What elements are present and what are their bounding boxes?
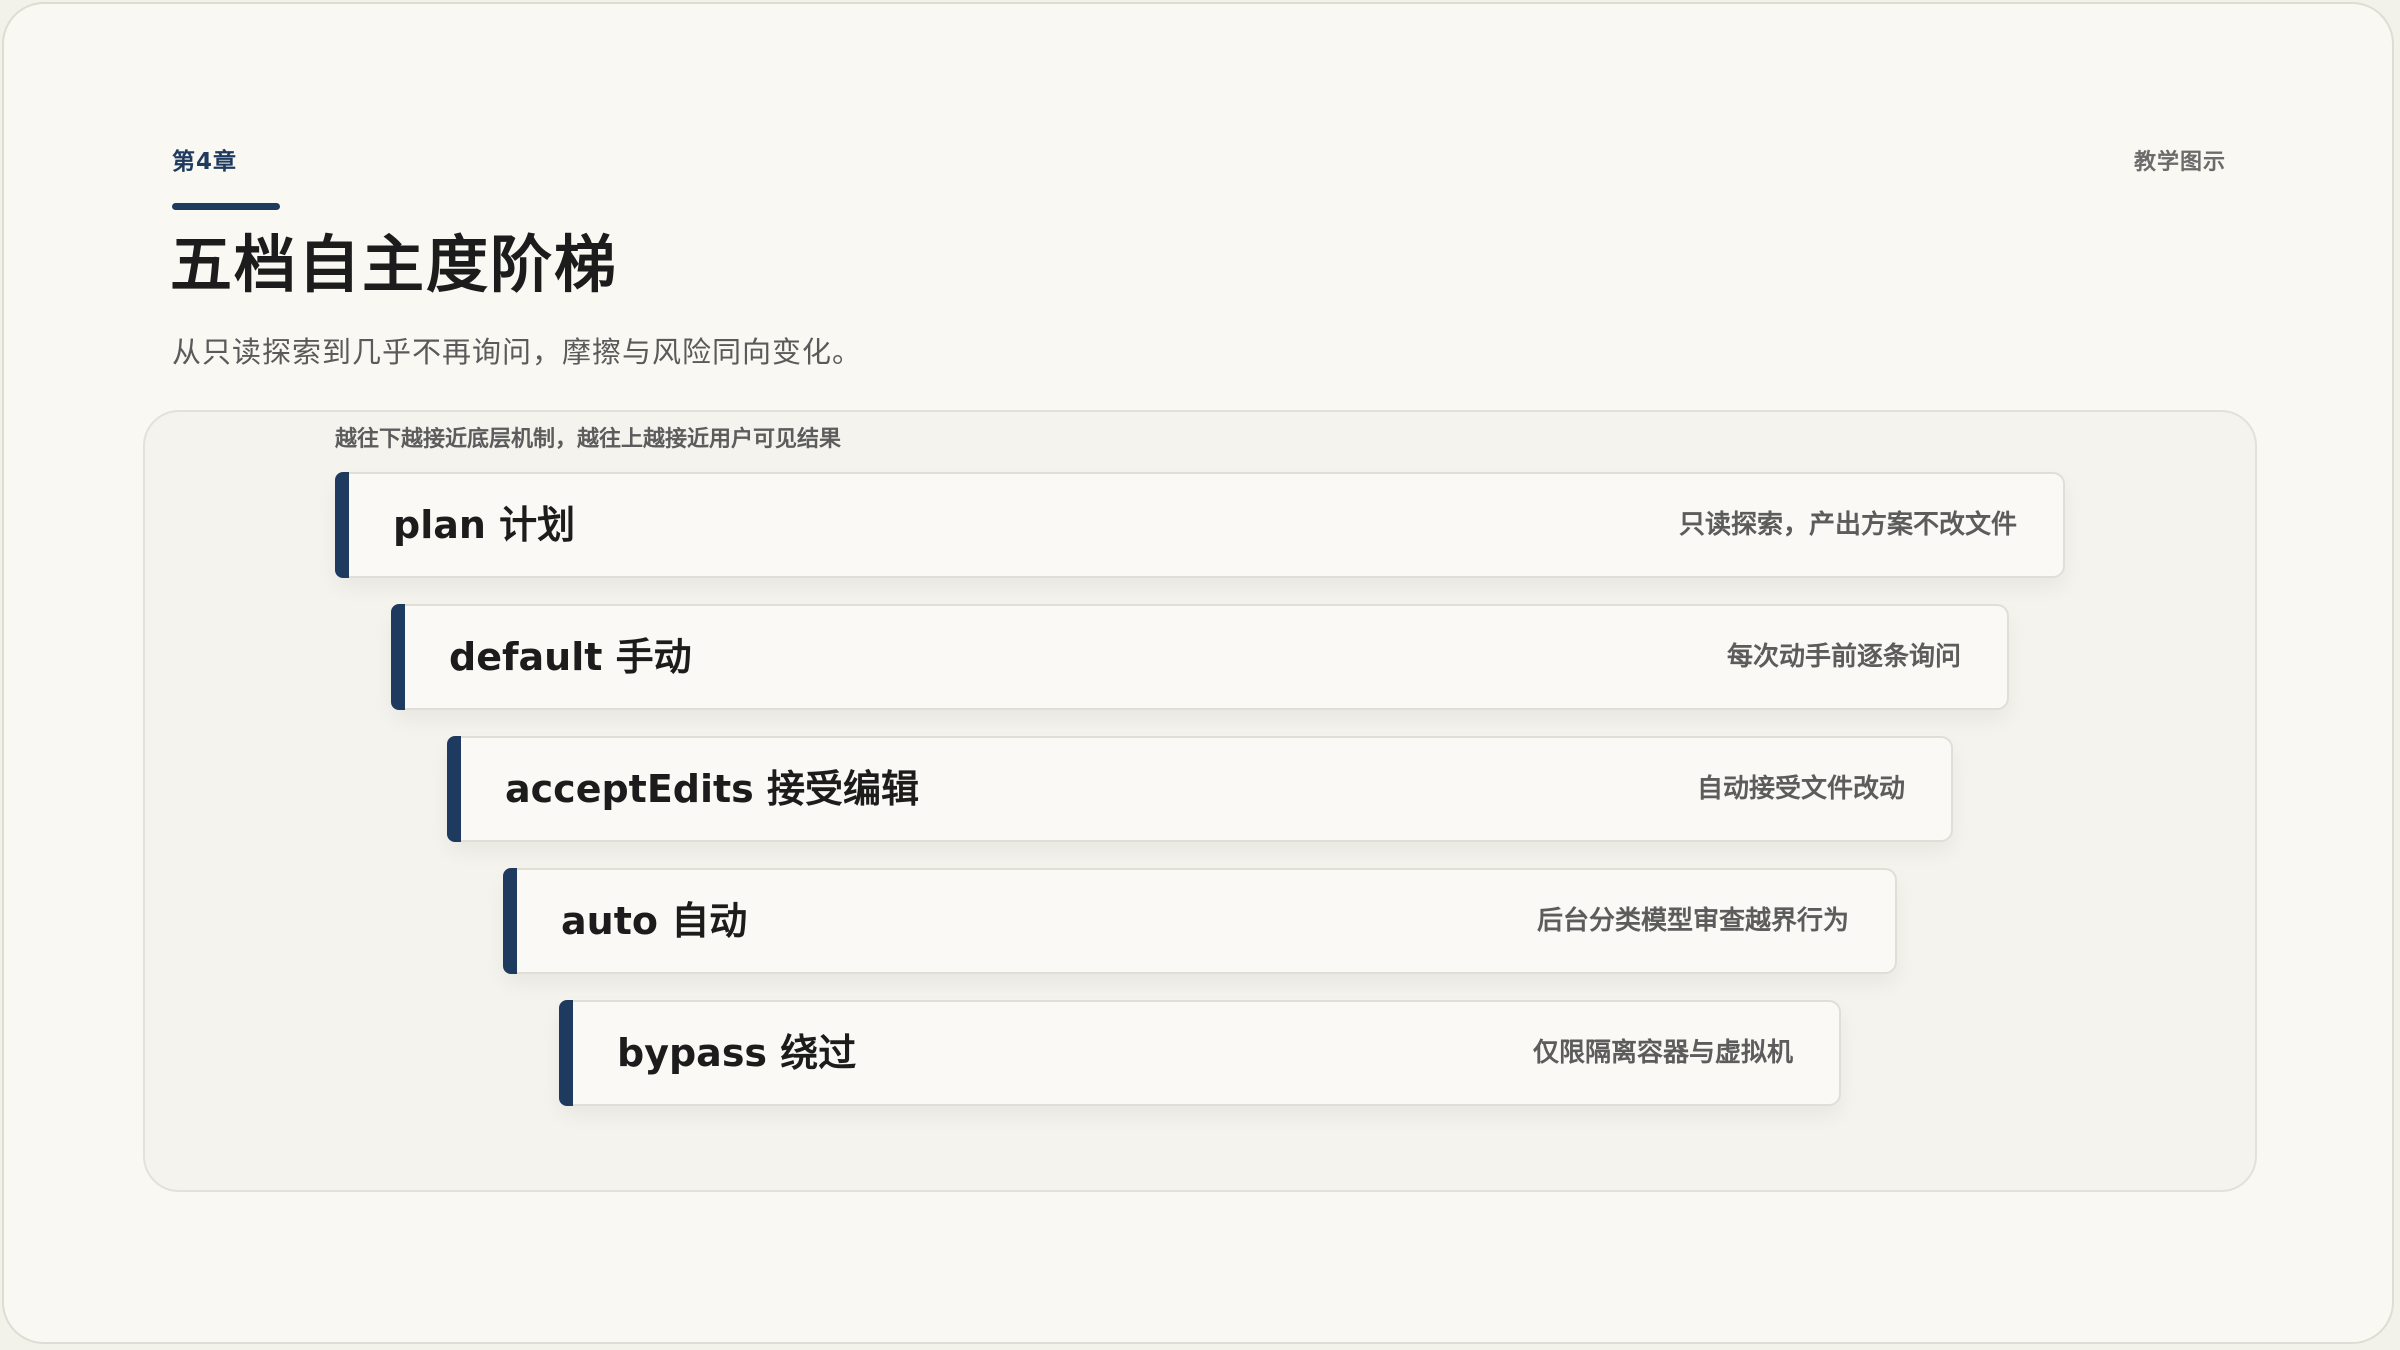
page-title: 五档自主度阶梯 [170,228,619,301]
chapter-label: 第4章 [172,149,238,175]
ladder-step-bypass: bypass 绕过 仅限隔离容器与虚拟机 [559,1000,1841,1106]
diagram-caption: 越往下越接近底层机制，越往上越接近用户可见结果 [335,427,842,452]
ladder-step-accept-edits: acceptEdits 接受编辑 自动接受文件改动 [447,736,1953,842]
step-name: default 手动 [449,635,692,679]
step-description: 后台分类模型审查越界行为 [1536,906,1849,936]
title-accent-bar [172,203,280,210]
slide-tag: 教学图示 [2133,150,2226,175]
ladder-step-default: default 手动 每次动手前逐条询问 [391,604,2009,710]
step-description: 只读探索，产出方案不改文件 [1678,510,2017,540]
step-name: acceptEdits 接受编辑 [505,767,920,811]
step-accent-bar [447,736,461,842]
step-name: plan 计划 [393,503,576,547]
step-accent-bar [391,604,405,710]
step-accent-bar [559,1000,573,1106]
step-description: 每次动手前逐条询问 [1726,642,1961,672]
step-accent-bar [335,472,349,578]
step-name: auto 自动 [561,899,748,943]
ladder-step-plan: plan 计划 只读探索，产出方案不改文件 [335,472,2065,578]
step-description: 仅限隔离容器与虚拟机 [1532,1038,1793,1068]
ladder-step-auto: auto 自动 后台分类模型审查越界行为 [503,868,1897,974]
step-name: bypass 绕过 [617,1031,857,1075]
step-description: 自动接受文件改动 [1696,774,1905,804]
step-accent-bar [503,868,517,974]
page-subtitle: 从只读探索到几乎不再询问，摩擦与风险同向变化。 [172,335,863,369]
